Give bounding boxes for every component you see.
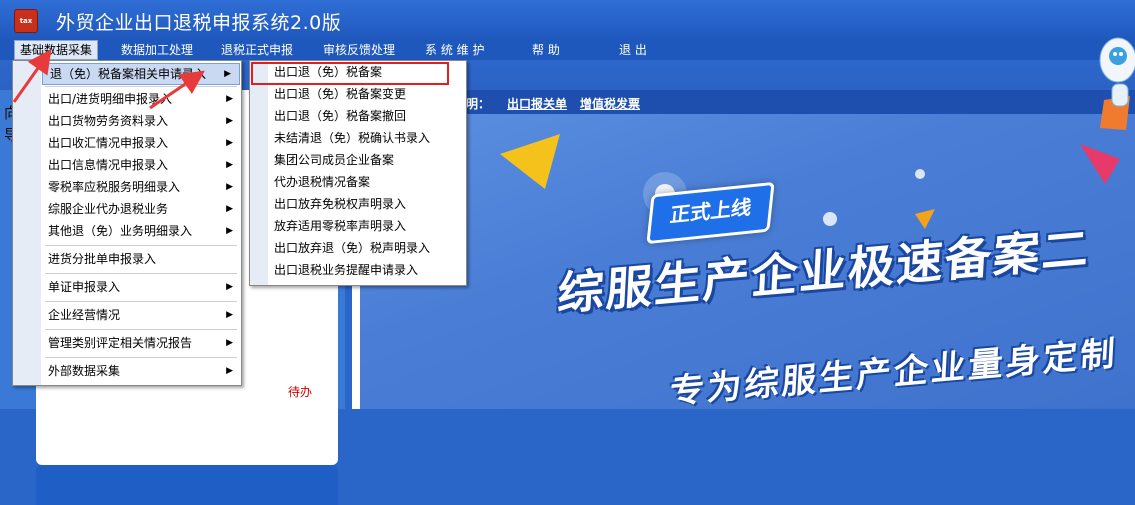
menu-data-processing[interactable]: 数据加工处理 [116,40,198,60]
sparkle-2 [823,212,837,226]
main-panel: 说明： 出口报关单 增值税发票 正式上线 综服生产企业极速备案二 专为综服生产企… [352,90,1135,412]
submenu-item-refund-reminder[interactable]: 出口退税业务提醒申请录入 [268,259,466,281]
submenu-arrow-icon: ▶ [226,226,233,236]
menu-item-category-rating[interactable]: 管理类别评定相关情况报告 ▶ [41,333,241,353]
menu-separator [45,245,237,246]
submenu-item-filing-change[interactable]: 出口退（免）税备案变更 [268,83,466,105]
menu-item-label: 进货分批单申报录入 [48,252,157,266]
submenu-arrow-icon: ▶ [226,116,233,126]
menu-item-label: 出口/进货明细申报录入 [48,92,173,106]
menu-gutter [13,61,41,385]
menu-item-label: 外部数据采集 [48,364,121,378]
info-bar: 说明： 出口报关单 增值税发票 [352,90,1135,114]
menu-item-export-info[interactable]: 出口信息情况申报录入 ▶ [41,155,241,175]
submenu-arrow-icon: ▶ [226,182,233,192]
submenu-arrow-icon: ▶ [226,366,233,376]
submenu-item-filing-withdraw[interactable]: 出口退（免）税备案撤回 [268,105,466,127]
submenu-arrow-icon: ▶ [226,160,233,170]
app-icon-text: tax [19,17,33,25]
submenu-arrow-icon: ▶ [224,69,231,79]
menu-tax-declaration[interactable]: 退税正式申报 [216,40,298,60]
filing-submenu: 出口退（免）税备案 出口退（免）税备案变更 出口退（免）税备案撤回 未结清退（免… [249,60,467,286]
left-bottom-card [36,465,338,505]
menu-item-label: 综服企业代办退税业务 [48,202,169,216]
menu-item-label: 出口收汇情况申报录入 [48,136,169,150]
link-vat-invoice[interactable]: 增值税发票 [580,95,640,112]
submenu-arrow-icon: ▶ [226,204,233,214]
menu-audit-feedback[interactable]: 审核反馈处理 [318,40,400,60]
menu-separator [45,357,237,358]
yellow-shape [500,134,560,189]
menu-item-other-refund-detail[interactable]: 其他退（免）业务明细录入 ▶ [41,221,241,241]
submenu-item-waive-exemption[interactable]: 出口放弃免税权声明录入 [268,193,466,215]
submenu-arrow-icon: ▶ [226,138,233,148]
submenu-arrow-icon: ▶ [226,282,233,292]
submenu-arrow-icon: ▶ [226,310,233,320]
app-icon: tax [14,9,38,33]
menu-item-document-declaration[interactable]: 单证申报录入 ▶ [41,277,241,297]
menu-item-zero-rate-service[interactable]: 零税率应税服务明细录入 ▶ [41,177,241,197]
submenu-item-group-member[interactable]: 集团公司成员企业备案 [268,149,466,171]
menu-system-maintenance[interactable]: 系 统 维 护 [420,40,489,60]
menu-bar: 基础数据采集 数据加工处理 退税正式申报 审核反馈处理 系 统 维 护 帮 助 … [0,40,1135,60]
submenu-item-agent-filing[interactable]: 代办退税情况备案 [268,171,466,193]
menu-item-label: 出口信息情况申报录入 [48,158,169,172]
menu-item-export-goods-data[interactable]: 出口货物劳务资料录入 ▶ [41,111,241,131]
menu-item-forex-receipt[interactable]: 出口收汇情况申报录入 ▶ [41,133,241,153]
menu-item-label: 退（免）税备案相关申请录入 [50,67,207,81]
submenu-arrow-icon: ▶ [226,94,233,104]
submenu-arrow-icon: ▶ [226,338,233,348]
menu-item-label: 企业经营情况 [48,308,121,322]
menu-separator [45,301,237,302]
menu-item-export-purchase-detail[interactable]: 出口/进货明细申报录入 ▶ [41,89,241,109]
link-export-declaration[interactable]: 出口报关单 [507,95,567,112]
highlight-box [251,62,449,85]
menu-item-filing-application[interactable]: 退（免）税备案相关申请录入 ▶ [42,63,240,85]
todo-label[interactable]: 待办 [288,383,312,400]
menu-help[interactable]: 帮 助 [527,40,565,60]
menu-item-label: 零税率应税服务明细录入 [48,180,181,194]
title-bar: tax 外贸企业出口退税申报系统2.0版 [0,0,1135,40]
menu-item-label: 其他退（免）业务明细录入 [48,224,193,238]
sparkle-3 [915,169,925,179]
menu-separator [45,329,237,330]
pink-shape [1080,144,1120,184]
submenu-item-unsettled-confirmation[interactable]: 未结清退（免）税确认书录入 [268,127,466,149]
menu-item-label: 单证申报录入 [48,280,121,294]
menu-separator [45,86,237,87]
menu-separator [45,273,237,274]
mascot-icon [1099,37,1135,130]
menu-item-batch-purchase[interactable]: 进货分批单申报录入 [41,249,241,269]
menu-exit[interactable]: 退 出 [614,40,652,60]
submenu-item-waive-zero-rate[interactable]: 放弃适用零税率声明录入 [268,215,466,237]
menu-gutter [250,61,268,285]
menu-item-label: 管理类别评定相关情况报告 [48,336,193,350]
basic-data-menu: 退（免）税备案相关申请录入 ▶ 出口/进货明细申报录入 ▶ 出口货物劳务资料录入 ▶ … [12,60,242,386]
menu-item-label: 出口货物劳务资料录入 [48,114,169,128]
app-title: 外贸企业出口退税申报系统2.0版 [56,12,342,34]
menu-item-business-status[interactable]: 企业经营情况 ▶ [41,305,241,325]
menu-item-external-data[interactable]: 外部数据采集 ▶ [41,361,241,381]
menu-item-agent-refund[interactable]: 综服企业代办退税业务 ▶ [41,199,241,219]
menu-basic-data[interactable]: 基础数据采集 [14,40,99,60]
submenu-item-waive-refund[interactable]: 出口放弃退（免）税声明录入 [268,237,466,259]
